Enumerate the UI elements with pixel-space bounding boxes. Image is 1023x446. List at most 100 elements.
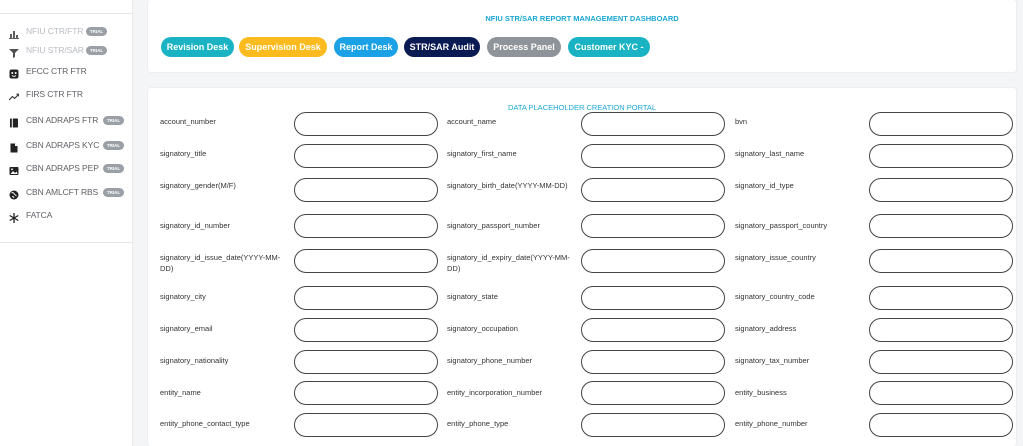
signatory-issue-country-input[interactable] (869, 249, 1013, 273)
signatory-email-input[interactable] (294, 318, 438, 342)
bar-chart-icon (9, 26, 19, 39)
process-panel-button[interactable]: Process Panel (487, 37, 561, 57)
entity-phone-number-input[interactable] (869, 413, 1013, 437)
entity-incorporation-number-label: entity_incorporation_number (447, 388, 543, 397)
signatory-occupation-input[interactable] (581, 318, 725, 342)
sidebar-item[interactable]: EFCC CTR FTR (0, 62, 133, 80)
entity-business-label: entity_business (735, 388, 787, 397)
entity-phone-number-label: entity_phone_number (735, 419, 808, 428)
signatory-last-name-input[interactable] (869, 144, 1013, 168)
image-icon (9, 163, 19, 175)
signatory-country-code-input[interactable] (869, 286, 1013, 310)
dashboard-title: NFIU STR/SAR REPORT MANAGEMENT DASHBOARD (485, 14, 679, 23)
signatory-id-expiry-date-yyyy-mm-dd-label: signatory_id_expiry_date(YYYY-MM-DD) (447, 253, 570, 273)
signatory-passport-country-input[interactable] (869, 214, 1013, 238)
entity-phone-contact-type-label: entity_phone_contact_type (160, 419, 250, 428)
signatory-address-input[interactable] (869, 318, 1013, 342)
bvn-label: bvn (735, 117, 748, 126)
signatory-nationality-input[interactable] (294, 350, 438, 374)
sidebar-item[interactable]: FATCA (0, 206, 133, 224)
entity-business-input[interactable] (869, 381, 1013, 405)
signatory-city-input[interactable] (294, 286, 438, 310)
entity-incorporation-number-input[interactable] (581, 381, 725, 405)
revision-desk-button[interactable]: Revision Desk (161, 37, 234, 57)
signatory-first-name-input[interactable] (581, 144, 725, 168)
str-sar-audit-button[interactable]: STR/SAR Audit (404, 37, 480, 57)
signatory-occupation-label: signatory_occupation (447, 324, 518, 333)
signatory-state-label: signatory_state (447, 292, 498, 301)
sidebar-item-label: CBN ADRAPS PEP (26, 163, 99, 173)
sidebar-item-label: CBN ADRAPS KYC (26, 140, 100, 150)
sidebar-item[interactable]: NFIU STR/SAR TRIAL (0, 41, 133, 59)
entity-phone-contact-type-input[interactable] (294, 413, 438, 437)
book-icon (9, 115, 19, 128)
trend-line-icon (8, 89, 20, 101)
sidebar-item[interactable]: CBN AMLCFT RBS TRIAL (0, 183, 133, 201)
signatory-passport-country-label: signatory_passport_country (735, 221, 828, 230)
sidebar-item[interactable]: CBN ADRAPS KYC TRIAL (0, 136, 133, 154)
filter-icon (9, 45, 19, 58)
signatory-last-name-label: signatory_last_name (735, 149, 805, 158)
trial-badge: TRIAL (86, 26, 107, 36)
customer-kyc-button[interactable]: Customer KYC - (568, 37, 650, 57)
entity-phone-type-input[interactable] (581, 413, 725, 437)
trial-badge: TRIAL (103, 140, 124, 150)
signatory-country-code-label: signatory_country_code (735, 292, 815, 301)
signatory-birth-date-yyyy-mm-dd-label: signatory_birth_date(YYYY-MM-DD) (447, 181, 568, 190)
signatory-id-expiry-date-yyyy-mm-dd-input[interactable] (581, 249, 725, 273)
dashboard-card: NFIU STR/SAR REPORT MANAGEMENT DASHBOARD… (148, 0, 1016, 72)
signatory-id-issue-date-yyyy-mm-dd-input[interactable] (294, 249, 438, 273)
account-number-label: account_number (160, 117, 216, 126)
signatory-nationality-label: signatory_nationality (160, 356, 229, 365)
signatory-title-label: signatory_title (160, 149, 207, 158)
sidebar-divider (0, 242, 133, 243)
signatory-passport-number-input[interactable] (581, 214, 725, 238)
sidebar-divider (0, 13, 133, 14)
bvn-input[interactable] (869, 112, 1013, 136)
sidebar-item[interactable]: NFIU CTR/FTR TRIAL (0, 22, 133, 40)
account-number-input[interactable] (294, 112, 438, 136)
sidebar: NFIU CTR/FTR TRIAL NFIU STR/SAR TRIAL EFCC C… (0, 0, 133, 446)
signatory-city-label: signatory_city (160, 292, 206, 301)
signatory-passport-number-label: signatory_passport_number (447, 221, 540, 230)
signatory-address-label: signatory_address (735, 324, 797, 333)
signatory-phone-number-label: signatory_phone_number (447, 356, 533, 365)
entity-name-label: entity_name (160, 388, 201, 397)
signatory-tax-number-input[interactable] (869, 350, 1013, 374)
trial-badge: TRIAL (103, 163, 124, 173)
trial-badge: TRIAL (103, 187, 124, 197)
sidebar-item-label: NFIU STR/SAR (26, 45, 84, 55)
signatory-issue-country-label: signatory_issue_country (735, 253, 816, 262)
signatory-email-label: signatory_email (160, 324, 213, 333)
sidebar-item-label: NFIU CTR/FTR (26, 26, 84, 36)
sidebar-item-label: CBN ADRAPS FTR (26, 115, 99, 125)
account-name-input[interactable] (581, 112, 725, 136)
sidebar-item-label: CBN AMLCFT RBS (26, 187, 99, 197)
signatory-first-name-label: signatory_first_name (447, 149, 517, 158)
signatory-id-number-input[interactable] (294, 214, 438, 238)
signatory-tax-number-label: signatory_tax_number (735, 356, 810, 365)
signatory-state-input[interactable] (581, 286, 725, 310)
sidebar-item[interactable]: FIRS CTR FTR (0, 85, 133, 103)
file-icon (9, 140, 19, 153)
signatory-id-issue-date-yyyy-mm-dd-label: signatory_id_issue_date(YYYY-MM-DD) (160, 253, 281, 273)
signatory-gender-m-f-label: signatory_gender(M/F) (160, 181, 236, 190)
entity-phone-type-label: entity_phone_type (447, 419, 509, 428)
sidebar-item[interactable]: CBN ADRAPS FTR TRIAL (0, 111, 133, 129)
sidebar-item[interactable]: CBN ADRAPS PEP TRIAL (0, 159, 133, 177)
face-icon (9, 66, 19, 79)
supervision-desk-button[interactable]: Supervision Desk (239, 37, 327, 57)
report-desk-button[interactable]: Report Desk (334, 37, 398, 57)
signatory-id-type-input[interactable] (869, 178, 1013, 202)
globe-icon (9, 187, 19, 200)
snowflake-icon (9, 210, 19, 223)
signatory-title-input[interactable] (294, 144, 438, 168)
signatory-phone-number-input[interactable] (581, 350, 725, 374)
account-name-label: account_name (447, 117, 497, 126)
sidebar-item-label: EFCC CTR FTR (26, 66, 87, 76)
sidebar-item-label: FIRS CTR FTR (26, 89, 83, 99)
signatory-birth-date-yyyy-mm-dd-input[interactable] (581, 178, 725, 202)
signatory-gender-m-f-input[interactable] (294, 178, 438, 202)
sidebar-item-label: FATCA (26, 210, 53, 220)
entity-name-input[interactable] (294, 381, 438, 405)
